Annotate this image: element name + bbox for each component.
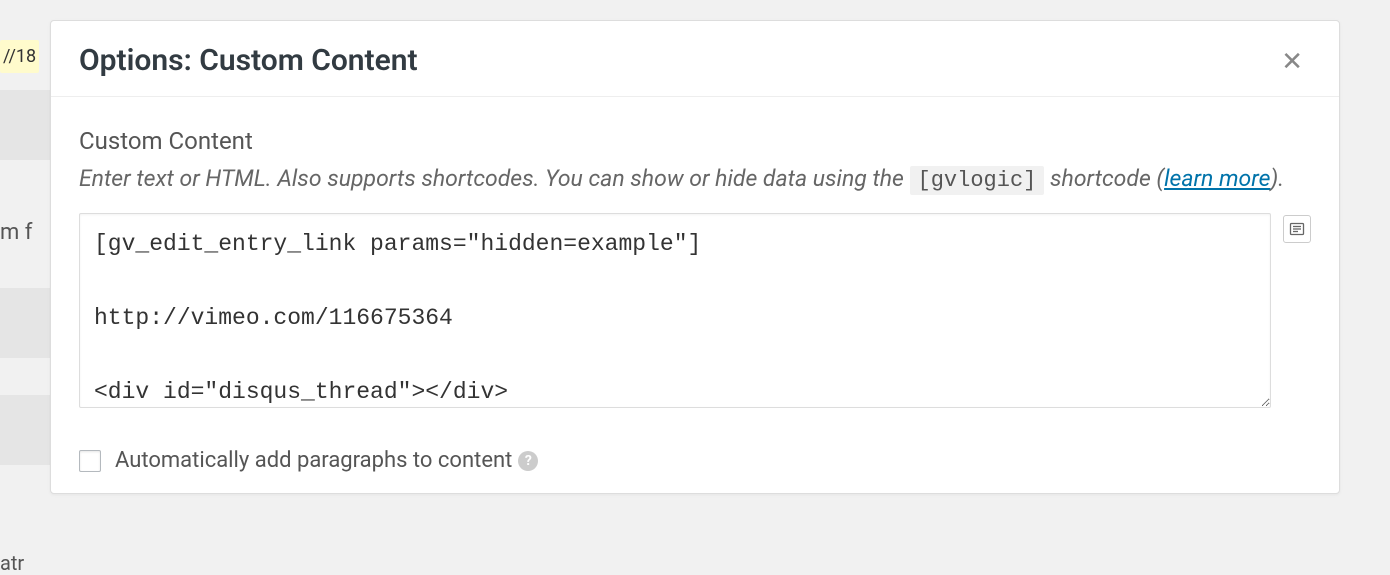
custom-content-textarea[interactable]: [79, 213, 1271, 408]
section-heading: Custom Content: [79, 127, 1311, 155]
modal-title: Options: Custom Content: [79, 43, 418, 78]
close-button[interactable]: ✕: [1273, 44, 1311, 78]
shortcode-chip: [gvlogic]: [910, 166, 1045, 195]
checkbox-row: Automatically add paragraphs to content …: [79, 448, 1311, 473]
modal-body: Custom Content Enter text or HTML. Also …: [51, 97, 1339, 493]
close-icon: ✕: [1281, 46, 1303, 76]
textarea-row: [79, 213, 1311, 408]
background-text-fragment: atr: [0, 551, 24, 575]
background-row: [0, 90, 50, 160]
description-text: shortcode (: [1050, 165, 1164, 192]
description-text: ).: [1270, 165, 1284, 192]
options-modal: Options: Custom Content ✕ Custom Content…: [50, 20, 1340, 494]
auto-paragraphs-checkbox[interactable]: [79, 450, 101, 472]
background-text-fragment: m f: [0, 220, 32, 245]
background-row: [0, 288, 50, 358]
help-icon[interactable]: ?: [518, 451, 538, 471]
auto-paragraphs-label[interactable]: Automatically add paragraphs to content …: [115, 448, 538, 473]
modal-header: Options: Custom Content ✕: [51, 21, 1339, 97]
merge-tag-icon: [1289, 221, 1305, 237]
learn-more-link[interactable]: learn more: [1164, 165, 1270, 192]
background-row: [0, 395, 50, 465]
section-description: Enter text or HTML. Also supports shortc…: [79, 159, 1311, 199]
description-text: Enter text or HTML. Also supports shortc…: [79, 165, 910, 192]
checkbox-label-text: Automatically add paragraphs to content: [115, 448, 512, 473]
merge-tag-button[interactable]: [1283, 215, 1311, 243]
background-text-fragment: //18: [0, 40, 39, 73]
